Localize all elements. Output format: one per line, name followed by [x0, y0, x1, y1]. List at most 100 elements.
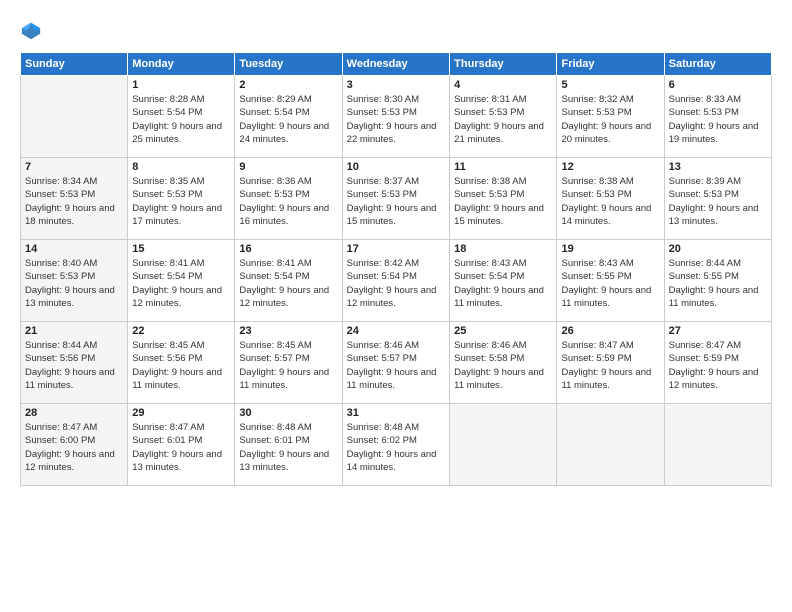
day-info: Sunrise: 8:47 AMSunset: 5:59 PMDaylight:… [669, 339, 767, 392]
calendar-cell: 10 Sunrise: 8:37 AMSunset: 5:53 PMDayligh… [342, 158, 449, 240]
day-info: Sunrise: 8:44 AMSunset: 5:56 PMDaylight:… [25, 339, 123, 392]
calendar-week-3: 14 Sunrise: 8:40 AMSunset: 5:53 PMDayligh… [21, 240, 772, 322]
day-info: Sunrise: 8:46 AMSunset: 5:58 PMDaylight:… [454, 339, 552, 392]
calendar-cell: 8Sunrise: 8:35 AMSunset: 5:53 PMDaylight… [128, 158, 235, 240]
day-number: 13 [669, 161, 767, 173]
day-number: 2 [239, 79, 337, 91]
weekday-header-tuesday: Tuesday [235, 53, 342, 76]
day-info: Sunrise: 8:28 AMSunset: 5:54 PMDaylight:… [132, 93, 230, 146]
calendar-cell: 2 Sunrise: 8:29 AMSunset: 5:54 PMDaylight… [235, 76, 342, 158]
day-info: Sunrise: 8:32 AMSunset: 5:53 PMDaylight:… [561, 93, 659, 146]
day-info: Sunrise: 8:34 AMSunset: 5:53 PMDaylight:… [25, 175, 123, 228]
calendar-cell: 7 Sunrise: 8:34 AMSunset: 5:53 PMDaylight… [21, 158, 128, 240]
calendar-cell: 12 Sunrise: 8:38 AMSunset: 5:53 PMDayligh… [557, 158, 664, 240]
day-info: Sunrise: 8:39 AMSunset: 5:53 PMDaylight:… [669, 175, 767, 228]
calendar-cell: 19Sunrise: 8:43 AMSunset: 5:55 PMDayligh… [557, 240, 664, 322]
day-number: 15 [132, 243, 230, 255]
logo-icon [20, 20, 42, 42]
day-number: 10 [347, 161, 445, 173]
calendar-table: SundayMondayTuesdayWednesdayThursdayFrid… [20, 52, 772, 486]
day-info: Sunrise: 8:41 AMSunset: 5:54 PMDaylight:… [239, 257, 337, 310]
calendar-cell: 26 Sunrise: 8:47 AMSunset: 5:59 PMDayligh… [557, 322, 664, 404]
calendar-cell: 13 Sunrise: 8:39 AMSunset: 5:53 PMDayligh… [664, 158, 771, 240]
day-number: 6 [669, 79, 767, 91]
calendar-cell: 15 Sunrise: 8:41 AMSunset: 5:54 PMDayligh… [128, 240, 235, 322]
day-info: Sunrise: 8:40 AMSunset: 5:53 PMDaylight:… [25, 257, 123, 310]
day-info: Sunrise: 8:45 AMSunset: 5:56 PMDaylight:… [132, 339, 230, 392]
day-info: Sunrise: 8:47 AMSunset: 5:59 PMDaylight:… [561, 339, 659, 392]
calendar-week-2: 7 Sunrise: 8:34 AMSunset: 5:53 PMDaylight… [21, 158, 772, 240]
day-info: Sunrise: 8:47 AMSunset: 6:01 PMDaylight:… [132, 421, 230, 474]
day-number: 21 [25, 325, 123, 337]
day-info: Sunrise: 8:46 AMSunset: 5:57 PMDaylight:… [347, 339, 445, 392]
day-number: 25 [454, 325, 552, 337]
day-number: 18 [454, 243, 552, 255]
calendar-cell: 28 Sunrise: 8:47 AMSunset: 6:00 PMDayligh… [21, 404, 128, 486]
calendar-cell: 11 Sunrise: 8:38 AMSunset: 5:53 PMDayligh… [450, 158, 557, 240]
calendar-cell: 27 Sunrise: 8:47 AMSunset: 5:59 PMDayligh… [664, 322, 771, 404]
calendar-cell [664, 404, 771, 486]
day-number: 31 [347, 407, 445, 419]
day-number: 8 [132, 161, 230, 173]
day-info: Sunrise: 8:38 AMSunset: 5:53 PMDaylight:… [454, 175, 552, 228]
day-number: 30 [239, 407, 337, 419]
day-number: 26 [561, 325, 659, 337]
day-number: 17 [347, 243, 445, 255]
day-info: Sunrise: 8:44 AMSunset: 5:55 PMDaylight:… [669, 257, 767, 310]
day-info: Sunrise: 8:43 AMSunset: 5:54 PMDaylight:… [454, 257, 552, 310]
day-number: 28 [25, 407, 123, 419]
calendar-cell: 29 Sunrise: 8:47 AMSunset: 6:01 PMDayligh… [128, 404, 235, 486]
page: SundayMondayTuesdayWednesdayThursdayFrid… [0, 0, 792, 612]
day-info: Sunrise: 8:47 AMSunset: 6:00 PMDaylight:… [25, 421, 123, 474]
calendar-cell: 24 Sunrise: 8:46 AMSunset: 5:57 PMDayligh… [342, 322, 449, 404]
day-info: Sunrise: 8:42 AMSunset: 5:54 PMDaylight:… [347, 257, 445, 310]
weekday-header-sunday: Sunday [21, 53, 128, 76]
calendar-cell: 16Sunrise: 8:41 AMSunset: 5:54 PMDayligh… [235, 240, 342, 322]
calendar-cell: 5 Sunrise: 8:32 AMSunset: 5:53 PMDaylight… [557, 76, 664, 158]
day-info: Sunrise: 8:41 AMSunset: 5:54 PMDaylight:… [132, 257, 230, 310]
day-number: 24 [347, 325, 445, 337]
calendar-cell: 23 Sunrise: 8:45 AMSunset: 5:57 PMDayligh… [235, 322, 342, 404]
weekday-header-saturday: Saturday [664, 53, 771, 76]
weekday-header-monday: Monday [128, 53, 235, 76]
day-info: Sunrise: 8:31 AMSunset: 5:53 PMDaylight:… [454, 93, 552, 146]
day-number: 29 [132, 407, 230, 419]
day-number: 4 [454, 79, 552, 91]
calendar-cell: 17 Sunrise: 8:42 AMSunset: 5:54 PMDayligh… [342, 240, 449, 322]
day-info: Sunrise: 8:37 AMSunset: 5:53 PMDaylight:… [347, 175, 445, 228]
calendar-cell: 22 Sunrise: 8:45 AMSunset: 5:56 PMDayligh… [128, 322, 235, 404]
day-number: 27 [669, 325, 767, 337]
day-info: Sunrise: 8:45 AMSunset: 5:57 PMDaylight:… [239, 339, 337, 392]
calendar-cell: 1 Sunrise: 8:28 AMSunset: 5:54 PMDaylight… [128, 76, 235, 158]
calendar-cell: 30 Sunrise: 8:48 AMSunset: 6:01 PMDayligh… [235, 404, 342, 486]
calendar-week-4: 21 Sunrise: 8:44 AMSunset: 5:56 PMDayligh… [21, 322, 772, 404]
calendar-cell [450, 404, 557, 486]
calendar-cell: 14 Sunrise: 8:40 AMSunset: 5:53 PMDayligh… [21, 240, 128, 322]
day-number: 20 [669, 243, 767, 255]
day-number: 11 [454, 161, 552, 173]
weekday-header-thursday: Thursday [450, 53, 557, 76]
day-number: 12 [561, 161, 659, 173]
calendar-header-row: SundayMondayTuesdayWednesdayThursdayFrid… [21, 53, 772, 76]
day-info: Sunrise: 8:48 AMSunset: 6:01 PMDaylight:… [239, 421, 337, 474]
calendar-cell: 20 Sunrise: 8:44 AMSunset: 5:55 PMDayligh… [664, 240, 771, 322]
calendar-cell: 18 Sunrise: 8:43 AMSunset: 5:54 PMDayligh… [450, 240, 557, 322]
weekday-header-wednesday: Wednesday [342, 53, 449, 76]
day-info: Sunrise: 8:29 AMSunset: 5:54 PMDaylight:… [239, 93, 337, 146]
day-info: Sunrise: 8:33 AMSunset: 5:53 PMDaylight:… [669, 93, 767, 146]
calendar-cell [21, 76, 128, 158]
day-number: 22 [132, 325, 230, 337]
day-number: 23 [239, 325, 337, 337]
day-number: 5 [561, 79, 659, 91]
weekday-header-friday: Friday [557, 53, 664, 76]
day-number: 1 [132, 79, 230, 91]
day-number: 19 [561, 243, 659, 255]
calendar-cell: 21 Sunrise: 8:44 AMSunset: 5:56 PMDayligh… [21, 322, 128, 404]
day-info: Sunrise: 8:36 AMSunset: 5:53 PMDaylight:… [239, 175, 337, 228]
day-number: 3 [347, 79, 445, 91]
calendar-week-1: 1 Sunrise: 8:28 AMSunset: 5:54 PMDaylight… [21, 76, 772, 158]
day-info: Sunrise: 8:38 AMSunset: 5:53 PMDaylight:… [561, 175, 659, 228]
calendar-cell: 4 Sunrise: 8:31 AMSunset: 5:53 PMDaylight… [450, 76, 557, 158]
day-number: 14 [25, 243, 123, 255]
day-number: 7 [25, 161, 123, 173]
